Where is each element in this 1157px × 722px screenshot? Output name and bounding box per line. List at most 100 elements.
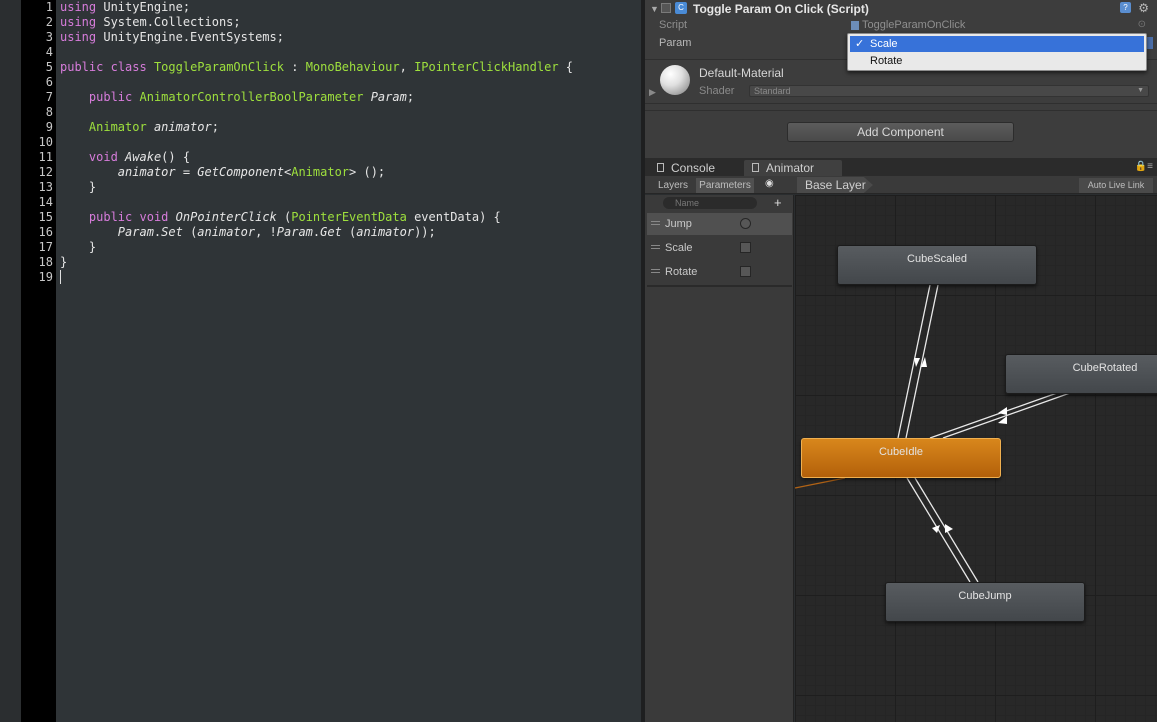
state-machine-graph[interactable]: CubeScaled CubeRotated CubeIdle CubeJump <box>795 195 1157 722</box>
code-token: eventData) { <box>406 210 501 224</box>
add-parameter-button[interactable]: + <box>774 195 782 210</box>
entry-transition-line <box>795 477 846 489</box>
parameters-panel: Name + Jump Scale Rotate <box>645 195 794 722</box>
code-token: PointerEventData <box>291 210 407 224</box>
material-foldout-icon[interactable]: ▶ <box>649 87 656 98</box>
code-token: using <box>60 0 97 14</box>
state-node-cube-rotated[interactable]: CubeRotated <box>1005 354 1157 394</box>
trigger-radio[interactable] <box>740 218 751 229</box>
code-token: > (); <box>349 165 386 179</box>
dropdown-option-rotate[interactable]: Rotate <box>850 53 1144 69</box>
code-token: ( <box>276 210 292 224</box>
parameter-row-jump[interactable]: Jump <box>647 213 792 235</box>
transition-line[interactable] <box>929 392 1058 439</box>
help-icon[interactable]: ? <box>1120 2 1131 13</box>
code-line[interactable]: public class ToggleParamOnClick : MonoBe… <box>60 60 573 75</box>
console-icon <box>657 163 664 172</box>
component-enabled-checkbox[interactable] <box>661 3 671 13</box>
code-token: animator <box>117 165 176 179</box>
code-line[interactable]: using UnityEngine.EventSystems; <box>60 30 284 45</box>
parameter-name: Jump <box>665 218 692 230</box>
code-token: Param <box>117 225 154 239</box>
drag-handle-icon[interactable] <box>651 221 660 225</box>
line-number: 16 <box>38 225 53 239</box>
code-line[interactable]: } <box>60 255 67 270</box>
tab-console[interactable]: Console <box>649 160 743 176</box>
state-node-cube-scaled[interactable]: CubeScaled <box>837 245 1037 285</box>
param-label: Param <box>659 37 692 49</box>
code-token: = <box>175 165 198 179</box>
tab-animator[interactable]: Animator <box>744 160 842 176</box>
code-token: } <box>60 240 97 254</box>
drag-handle-icon[interactable] <box>651 245 660 249</box>
transition-arrow-icon <box>914 358 920 367</box>
parameter-search-input[interactable]: Name <box>663 197 757 209</box>
line-number: 14 <box>38 195 53 209</box>
parameters-button[interactable]: Parameters <box>696 178 754 193</box>
code-line[interactable]: void Awake() { <box>60 150 190 165</box>
code-line[interactable]: animator = GetComponent<Animator> (); <box>60 165 385 180</box>
transition-line[interactable] <box>905 284 939 439</box>
line-number: 1 <box>45 0 53 14</box>
checkmark-icon: ✓ <box>855 38 865 50</box>
code-line[interactable]: using UnityEngine; <box>60 0 190 15</box>
code-line[interactable]: Param.Set (animator, !Param.Get (animato… <box>60 225 436 240</box>
script-object-field[interactable]: ToggleParamOnClick ⊙ <box>850 19 1150 33</box>
line-number: 10 <box>38 135 53 149</box>
auto-live-link-button[interactable]: Auto Live Link <box>1079 178 1153 193</box>
script-file-icon <box>851 21 859 30</box>
line-number: 12 <box>38 165 53 179</box>
option-label: Scale <box>870 38 898 50</box>
gear-icon[interactable]: ⚙ <box>1138 1 1149 15</box>
bool-checkbox[interactable] <box>740 266 751 277</box>
code-token: , <box>399 60 415 74</box>
layers-button[interactable]: Layers <box>651 178 695 193</box>
gutter-fold-strip <box>0 0 21 722</box>
divider <box>647 285 792 287</box>
breadcrumb[interactable]: Base Layer <box>797 177 873 193</box>
transition-line[interactable] <box>942 392 1071 439</box>
code-line[interactable]: } <box>60 180 96 195</box>
code-line[interactable]: Animator animator; <box>60 120 219 135</box>
line-number: 15 <box>38 210 53 224</box>
code-line[interactable]: public AnimatorControllerBoolParameter P… <box>60 90 414 105</box>
bool-checkbox[interactable] <box>740 242 751 253</box>
code-token: , ! <box>255 225 277 239</box>
script-label: Script <box>659 19 688 31</box>
code-token: ToggleParamOnClick <box>153 60 284 74</box>
code-token: Awake <box>125 150 162 164</box>
code-token: Param <box>370 90 407 104</box>
code-line[interactable]: using System.Collections; <box>60 15 241 30</box>
shader-select[interactable]: Standard ▼ <box>749 85 1149 97</box>
param-dropdown-menu[interactable]: ✓ Scale Rotate <box>847 33 1147 71</box>
code-token: UnityEngine.EventSystems; <box>96 30 284 44</box>
code-line[interactable]: public void OnPointerClick (PointerEvent… <box>60 210 501 225</box>
code-line[interactable]: } <box>60 240 96 255</box>
code-token: public <box>88 210 133 224</box>
component-foldout-icon[interactable]: ▼ <box>650 4 659 14</box>
code-token: UnityEngine; <box>96 0 191 14</box>
line-number: 8 <box>45 105 53 119</box>
parameter-row-scale[interactable]: Scale <box>647 237 792 259</box>
line-number: 11 <box>38 150 53 164</box>
transition-line[interactable] <box>906 477 971 583</box>
add-component-button[interactable]: Add Component <box>787 122 1014 142</box>
lock-menu-icon[interactable]: 🔒≡ <box>1135 161 1153 172</box>
code-editor[interactable]: 1 2 3 4 5 6 7 8 9 10 11 12 13 14 15 16 17 18 19 using Unit… <box>0 0 641 722</box>
state-node-cube-idle[interactable]: CubeIdle <box>801 438 1001 478</box>
drag-handle-icon[interactable] <box>651 269 660 273</box>
state-node-cube-jump[interactable]: CubeJump <box>885 582 1085 622</box>
code-token: OnPointerClick <box>175 210 277 224</box>
code-token: GetComponent <box>197 165 284 179</box>
parameter-row-rotate[interactable]: Rotate <box>647 261 792 283</box>
component-title: Toggle Param On Click (Script) <box>693 2 869 16</box>
eye-icon[interactable]: ◉ <box>765 178 774 189</box>
dropdown-arrow-icon: ▼ <box>1137 87 1144 94</box>
object-picker-icon[interactable]: ⊙ <box>1138 19 1146 30</box>
dropdown-option-scale[interactable]: ✓ Scale <box>850 36 1144 52</box>
